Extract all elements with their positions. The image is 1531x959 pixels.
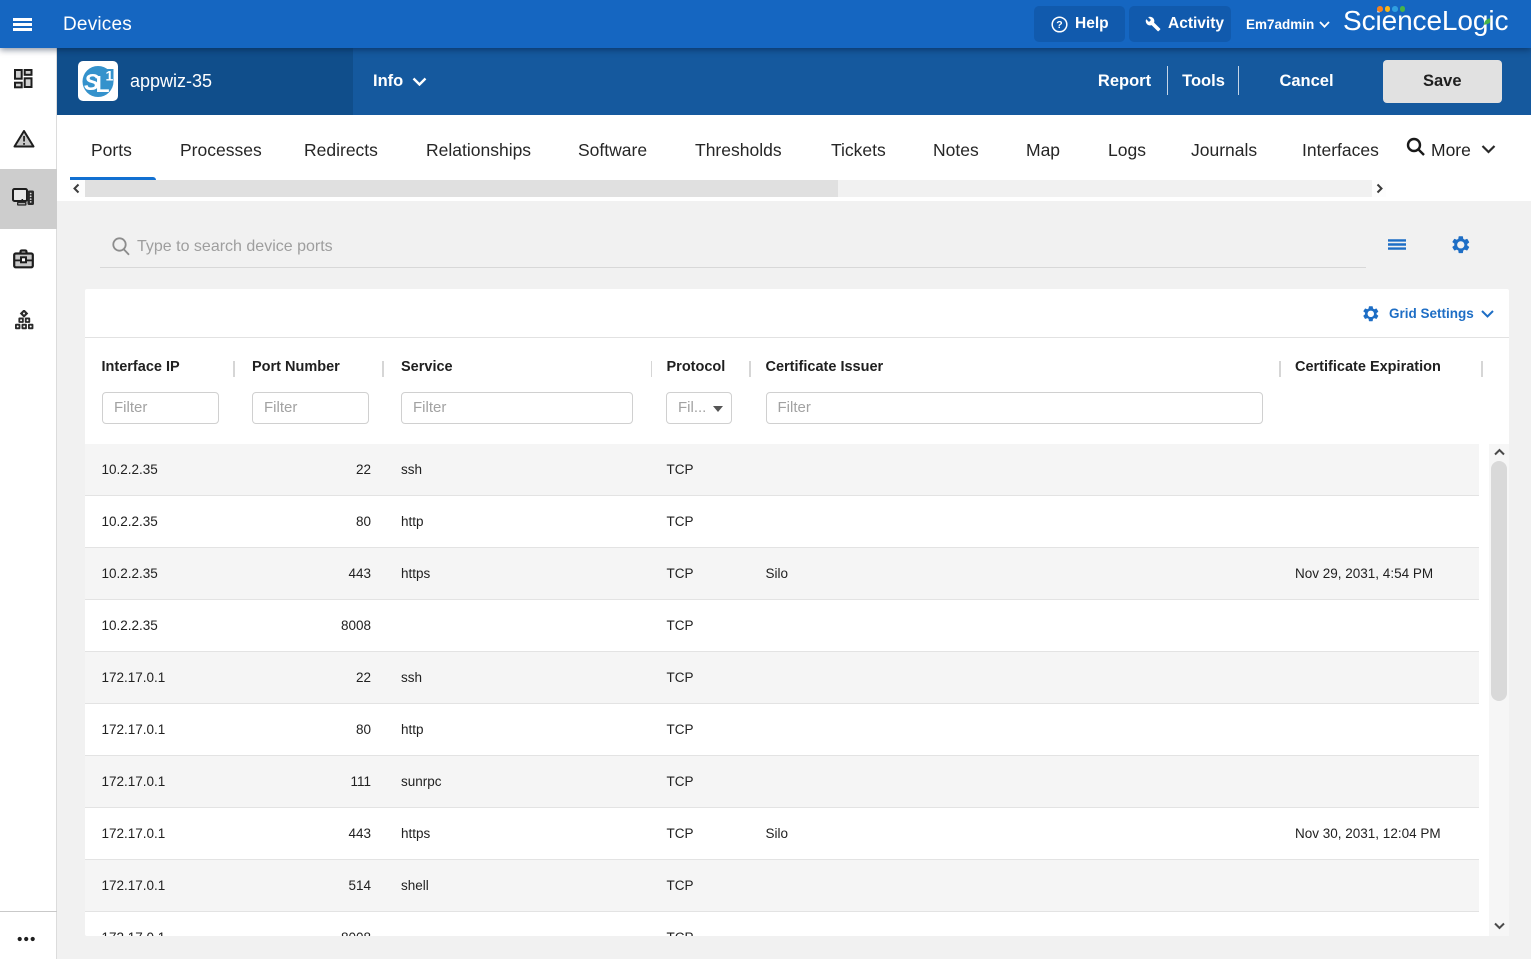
svg-text:1: 1 — [106, 68, 114, 84]
svg-text:?: ? — [1056, 19, 1062, 31]
